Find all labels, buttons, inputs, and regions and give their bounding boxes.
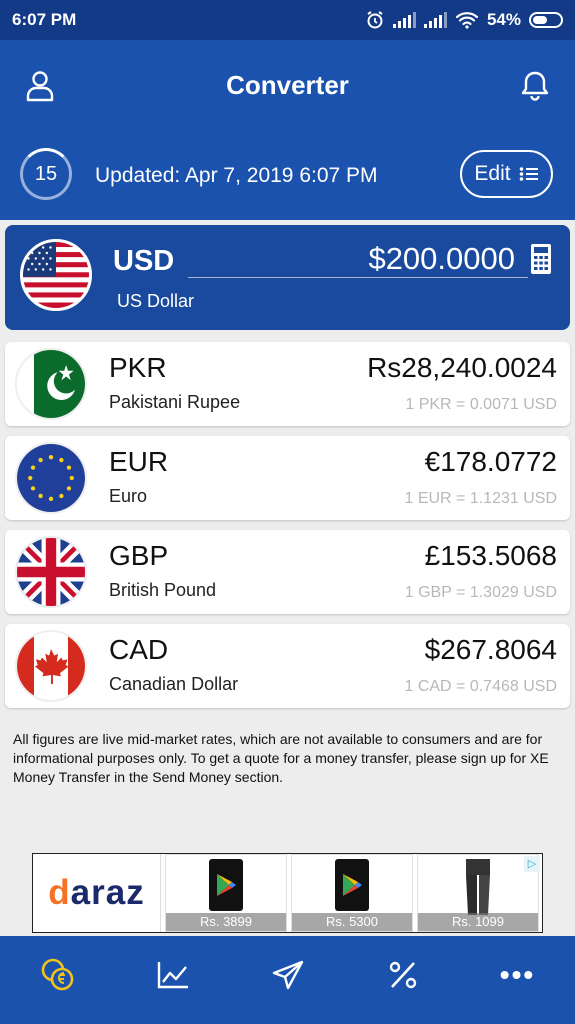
nav-send-money[interactable] — [258, 950, 318, 1000]
canada-flag — [15, 630, 87, 702]
wifi-icon — [455, 12, 479, 29]
updated-timestamp: Updated: Apr 7, 2019 6:07 PM — [95, 164, 378, 187]
status-icons: 54% — [365, 10, 563, 30]
nav-rates[interactable] — [373, 950, 433, 1000]
alarm-icon — [367, 11, 383, 29]
page-title: Converter — [226, 70, 349, 100]
conversion-row-eur[interactable]: EUR Euro €178.0772 1 EUR = 1.1231 USD — [5, 436, 570, 520]
currency-name: Pakistani Rupee — [109, 392, 241, 412]
percent-icon — [389, 961, 416, 989]
battery-icon — [529, 12, 563, 28]
more-icon: ••• — [499, 959, 536, 990]
base-currency-card[interactable]: USD US Dollar $200.0000 — [5, 225, 570, 330]
signal-icon-2 — [423, 12, 447, 28]
nav-more[interactable]: ••• — [488, 950, 548, 1000]
currency-name: Euro — [109, 486, 148, 506]
converted-amount: $267.8064 — [424, 634, 557, 665]
conversion-row-cad[interactable]: CAD Canadian Dollar $267.8064 1 CAD = 0.… — [5, 624, 570, 708]
base-currency-name: US Dollar — [117, 291, 195, 311]
calculator-button[interactable] — [530, 243, 552, 280]
conversion-row-pkr[interactable]: PKR Pakistani Rupee Rs28,240.0024 1 PKR … — [5, 342, 570, 426]
base-currency-code: USD — [113, 245, 175, 277]
nav-converter[interactable] — [28, 950, 88, 1000]
status-bar: 6:07 PM 54% — [0, 0, 575, 40]
ad-choices-icon[interactable]: ▷ — [524, 856, 540, 872]
edit-button[interactable]: Edit — [460, 150, 553, 198]
ad-product[interactable]: Rs. 5300 — [291, 854, 413, 932]
base-amount-input[interactable]: $200.0000 — [368, 241, 515, 277]
google-play-card-icon — [335, 859, 369, 911]
converted-amount: €178.0772 — [424, 446, 557, 477]
uk-flag — [15, 536, 87, 608]
battery-percent: 54% — [486, 10, 521, 29]
currency-code: CAD — [109, 634, 169, 665]
edit-label: Edit — [474, 162, 511, 185]
signal-icon — [392, 12, 416, 28]
currency-code: PKR — [109, 352, 167, 383]
status-time: 6:07 PM — [12, 10, 77, 29]
converter-coins-icon — [41, 958, 73, 991]
chart-icon — [157, 962, 188, 989]
joggers-icon — [466, 859, 490, 915]
exchange-rate: 1 PKR = 0.0071 USD — [405, 396, 557, 413]
usa-flag — [20, 239, 92, 311]
eu-flag — [15, 442, 87, 514]
send-icon — [272, 960, 303, 990]
nav-charts[interactable] — [143, 950, 203, 1000]
conversion-row-gbp[interactable]: GBP British Pound £153.5068 1 GBP = 1.30… — [5, 530, 570, 614]
bottom-navigation: ••• — [0, 936, 575, 1024]
notifications-button[interactable] — [515, 66, 555, 106]
ad-product[interactable]: Rs. 3899 — [165, 854, 287, 932]
exchange-rate: 1 GBP = 1.3029 USD — [404, 584, 557, 601]
exchange-rate: 1 CAD = 0.7468 USD — [404, 678, 557, 695]
exchange-rate: 1 EUR = 1.1231 USD — [404, 490, 557, 507]
calculator-icon — [531, 244, 551, 274]
google-play-card-icon — [209, 859, 243, 911]
ad-price: Rs. 3899 — [166, 913, 286, 931]
refresh-countdown[interactable]: 15 — [20, 148, 72, 200]
currency-code: EUR — [109, 446, 169, 477]
list-icon — [519, 167, 538, 181]
amount-underline — [188, 277, 528, 278]
daraz-logo: d araz — [33, 854, 161, 932]
app-bar: Converter 15 Updated: Apr 7, 2019 6:07 P… — [0, 40, 575, 220]
converted-amount: Rs28,240.0024 — [367, 352, 557, 383]
ad-banner[interactable]: d araz Rs. 3899 Rs. 5300 Rs. 1099 ▷ — [32, 853, 543, 933]
currency-name: Canadian Dollar — [109, 674, 239, 694]
currency-code: GBP — [109, 540, 169, 571]
converted-amount: £153.5068 — [424, 540, 557, 571]
currency-name: British Pound — [109, 580, 217, 600]
ad-product[interactable]: Rs. 1099 — [417, 854, 539, 932]
pakistan-flag — [15, 348, 87, 420]
ad-price: Rs. 1099 — [418, 913, 538, 931]
ad-price: Rs. 5300 — [292, 913, 412, 931]
bell-icon — [521, 71, 549, 101]
disclaimer-text: All figures are live mid-market rates, w… — [13, 731, 549, 785]
